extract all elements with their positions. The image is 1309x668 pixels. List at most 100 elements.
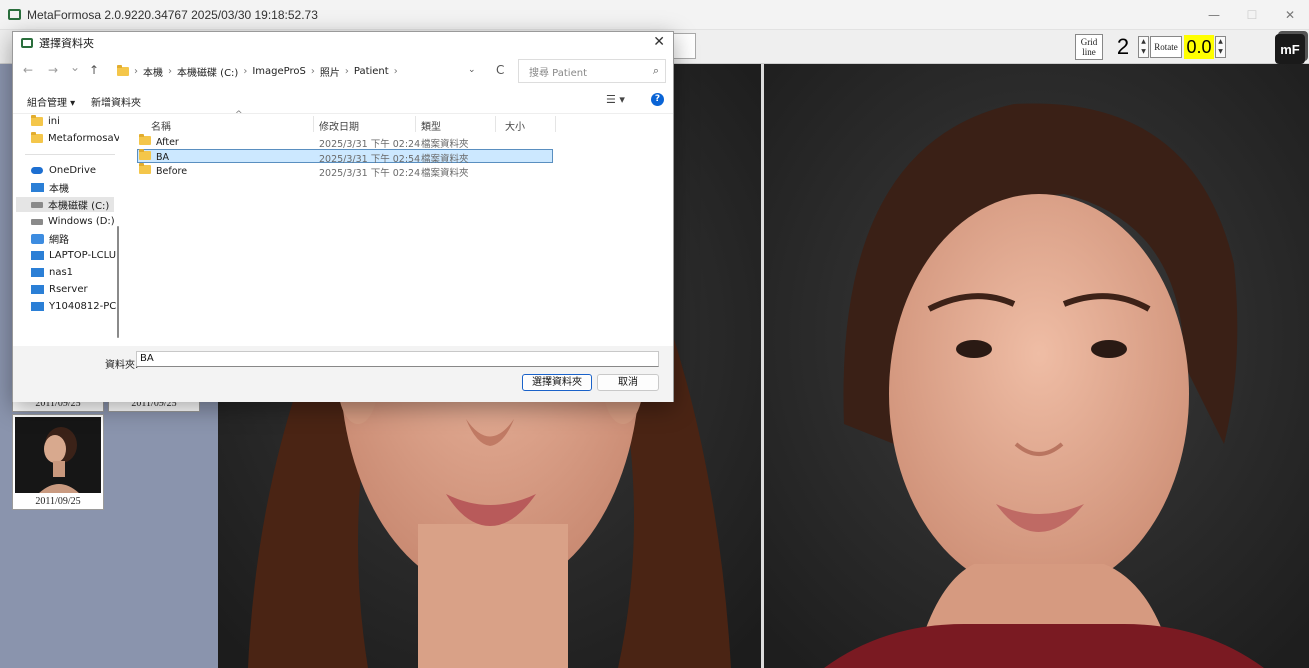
mf-logo-icon[interactable]: mF <box>1275 34 1305 64</box>
minimize-icon[interactable]: — <box>1195 0 1233 30</box>
dialog-close-icon[interactable]: ✕ <box>653 34 665 50</box>
column-divider[interactable] <box>415 116 416 132</box>
computer-icon <box>31 285 44 294</box>
drive-icon <box>31 201 43 208</box>
recent-dropdown-icon[interactable]: ⌄ <box>70 60 80 74</box>
breadcrumb-item[interactable]: 本機磁碟 (C:) <box>177 64 238 79</box>
chevron-right-icon: › <box>134 65 138 77</box>
computer-icon <box>31 302 44 311</box>
nav-item-onedrive[interactable]: OneDrive <box>31 163 96 178</box>
search-input[interactable]: 搜尋 Patient ⌕ <box>518 59 666 83</box>
select-folder-button[interactable]: 選擇資料夾 <box>522 374 592 391</box>
grid-line-button[interactable]: Grid line <box>1075 34 1103 60</box>
window-controls: — ☐ ✕ <box>1195 0 1309 30</box>
computer-icon <box>31 268 44 277</box>
chevron-right-icon: › <box>344 65 349 77</box>
column-header-name[interactable]: 名稱 <box>151 118 171 133</box>
maximize-icon[interactable]: ☐ <box>1233 0 1271 30</box>
address-dropdown-icon[interactable]: ⌄ <box>468 65 476 75</box>
thumbnail-photo <box>15 417 101 493</box>
column-divider[interactable] <box>555 116 556 132</box>
sort-caret-icon: ^ <box>235 110 243 120</box>
chevron-right-icon: › <box>243 65 248 77</box>
nav-item-metaformosa[interactable]: MetaformosaV1 <box>31 131 119 146</box>
rotate-button[interactable]: Rotate <box>1150 36 1182 58</box>
view-options-icon[interactable]: ☰ ▾ <box>606 93 625 106</box>
organize-button[interactable]: 組合管理 ▾ <box>27 94 75 109</box>
app-icon <box>8 9 21 20</box>
column-divider[interactable] <box>495 116 496 132</box>
nav-divider <box>25 154 115 155</box>
file-type-cell: 檔案資料夾 <box>421 168 469 179</box>
dialog-title: 選擇資料夾 <box>39 37 94 50</box>
folder-icon <box>117 64 129 76</box>
column-header-size[interactable]: 大小 <box>505 118 525 133</box>
stepper-up-icon[interactable]: ▲ <box>1216 37 1225 47</box>
help-icon[interactable]: ? <box>651 93 664 106</box>
column-header-type[interactable]: 類型 <box>421 118 441 133</box>
grid-line-stepper[interactable]: ▲ ▼ <box>1138 36 1149 58</box>
stepper-up-icon[interactable]: ▲ <box>1139 37 1148 47</box>
right-photo-pane[interactable] <box>764 64 1309 668</box>
nav-item-nas1[interactable]: nas1 <box>31 265 73 280</box>
computer-icon <box>31 183 44 192</box>
thumbnail-date: 2011/09/25 <box>35 496 81 507</box>
back-arrow-icon[interactable]: ← <box>23 63 33 77</box>
file-type-cell: 檔案資料夾 <box>421 154 469 165</box>
breadcrumb-item[interactable]: 本機 <box>143 64 163 79</box>
nav-item-network[interactable]: 網路 <box>31 231 69 246</box>
navigation-pane[interactable]: ini MetaformosaV1 OneDrive 本機 本機磁碟 (C:) … <box>13 114 119 346</box>
file-type-cell: 檔案資料夾 <box>421 139 469 150</box>
search-placeholder: 搜尋 Patient <box>529 67 587 79</box>
thumbnail-item[interactable]: 2011/09/25 <box>12 414 104 510</box>
app-titlebar: MetaFormosa 2.0.9220.34767 2025/03/30 19… <box>0 0 1309 30</box>
file-name-cell: After <box>139 134 179 148</box>
nav-item-local-disk-c[interactable]: 本機磁碟 (C:) <box>16 197 114 212</box>
cancel-button[interactable]: 取消 <box>597 374 659 391</box>
rotate-value: 0.0 <box>1184 35 1214 59</box>
nav-item-ini[interactable]: ini <box>31 114 60 129</box>
folder-icon <box>31 132 43 143</box>
nav-item-y1040812-pc[interactable]: Y1040812-PC <box>31 299 116 314</box>
breadcrumb-item[interactable]: Patient <box>354 66 389 77</box>
folder-name-input[interactable]: BA <box>136 351 659 367</box>
file-name-cell: BA <box>139 149 169 163</box>
app-title: MetaFormosa 2.0.9220.34767 2025/03/30 19… <box>27 7 318 22</box>
dialog-navigation-bar: ← → ⌄ ↑ › 本機 › 本機磁碟 (C:) › ImageProS › 照… <box>13 54 673 88</box>
breadcrumb-item[interactable]: 照片 <box>320 64 340 79</box>
file-name-cell: Before <box>139 163 187 177</box>
file-row[interactable]: After 2025/3/31 下午 02:24 檔案資料夾 <box>137 134 553 150</box>
refresh-icon[interactable]: C <box>496 63 504 77</box>
forward-arrow-icon[interactable]: → <box>48 63 58 77</box>
rotate-stepper[interactable]: ▲ ▼ <box>1215 36 1226 58</box>
search-icon[interactable]: ⌕ <box>653 64 659 78</box>
dialog-command-bar: 組合管理 ▾ 新增資料夾 ☰ ▾ ? <box>13 88 673 114</box>
nav-item-this-pc[interactable]: 本機 <box>31 180 69 195</box>
nav-item-windows-d[interactable]: Windows (D:) <box>31 214 115 229</box>
file-modified-cell: 2025/3/31 下午 02:54 <box>319 154 421 165</box>
breadcrumb-item[interactable]: ImageProS <box>252 66 306 77</box>
folder-icon <box>31 115 43 126</box>
column-divider[interactable] <box>313 116 314 132</box>
dialog-app-icon <box>21 38 33 48</box>
close-icon[interactable]: ✕ <box>1271 0 1309 30</box>
dialog-footer: 資料夾: BA 選擇資料夾 取消 <box>13 346 673 402</box>
dialog-titlebar: 選擇資料夾 ✕ <box>13 32 673 54</box>
new-folder-button[interactable]: 新增資料夾 <box>91 94 141 109</box>
computer-icon <box>31 251 44 260</box>
file-row[interactable]: Before 2025/3/31 下午 02:24 檔案資料夾 <box>137 163 553 179</box>
folder-icon <box>139 134 151 145</box>
right-face-photo <box>764 64 1309 668</box>
address-bar[interactable]: › 本機 › 本機磁碟 (C:) › ImageProS › 照片 › Pati… <box>113 59 523 83</box>
stepper-down-icon[interactable]: ▼ <box>1216 47 1225 57</box>
stepper-down-icon[interactable]: ▼ <box>1139 47 1148 57</box>
column-header-modified[interactable]: 修改日期 <box>319 118 359 133</box>
up-arrow-icon[interactable]: ↑ <box>89 63 99 77</box>
nav-scrollbar[interactable] <box>117 226 119 338</box>
file-list[interactable]: ^ 名稱 修改日期 類型 大小 After 2025/3/31 下午 02:24… <box>135 110 673 346</box>
nav-item-laptop[interactable]: LAPTOP-LCLUL <box>31 248 119 263</box>
nav-item-rserver[interactable]: Rserver <box>31 282 88 297</box>
file-modified-cell: 2025/3/31 下午 02:24 <box>319 168 421 179</box>
file-row-selected[interactable]: BA 2025/3/31 下午 02:54 檔案資料夾 <box>137 149 553 165</box>
cloud-icon <box>31 167 43 174</box>
